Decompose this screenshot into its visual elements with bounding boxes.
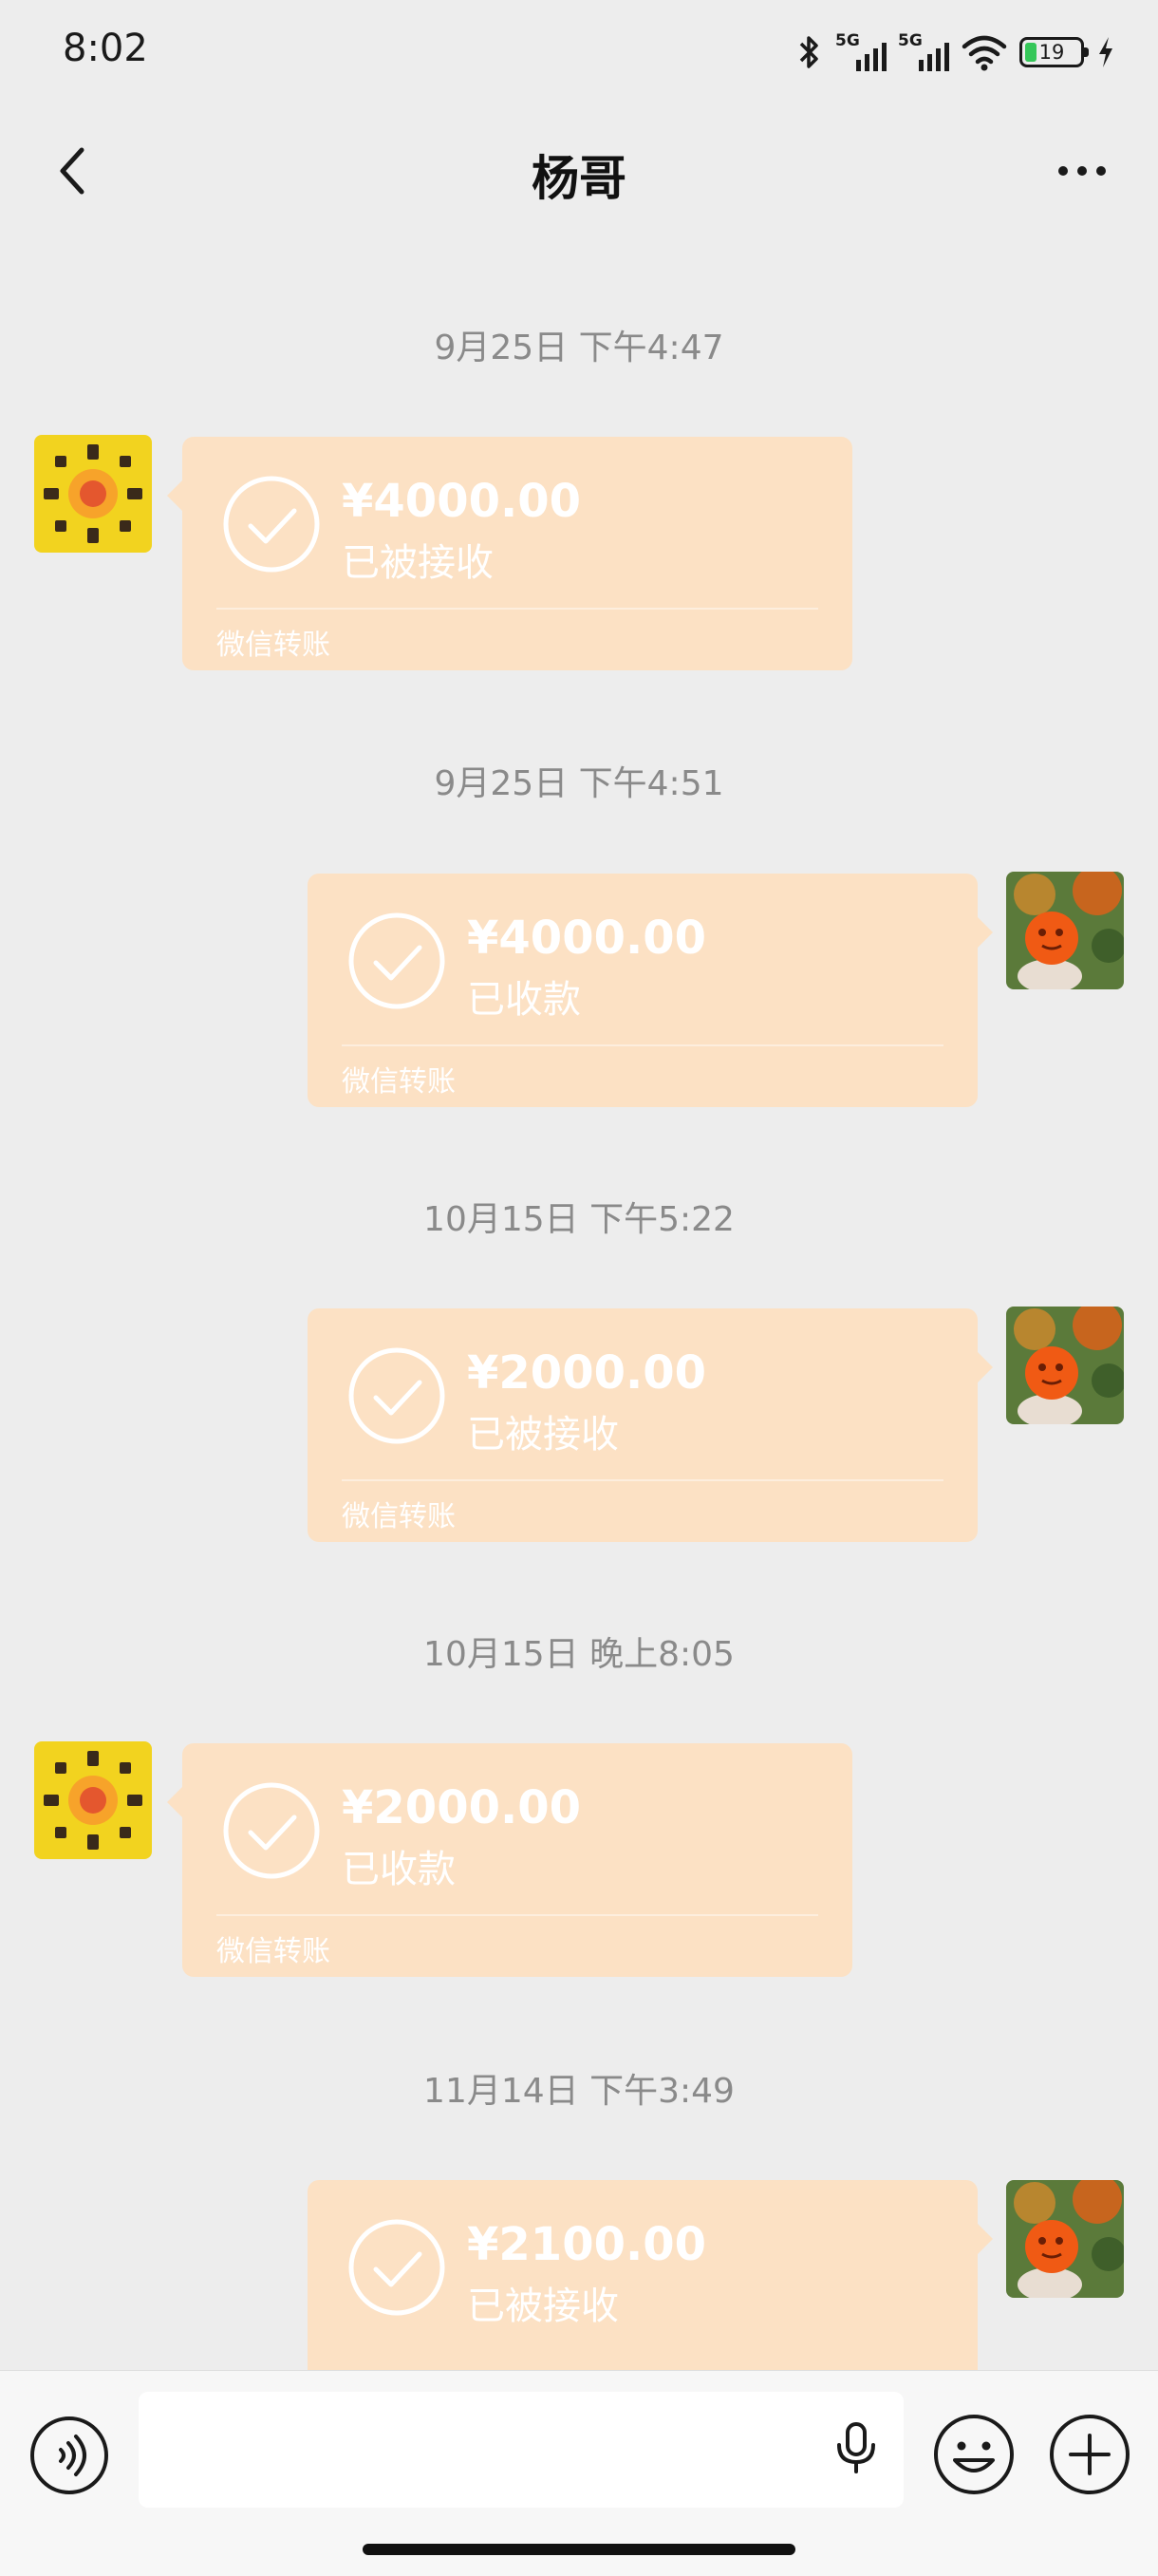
transfer-amount: ¥2000.00 [342, 1781, 582, 1834]
message-timestamp: 10月15日 晚上8:05 [423, 1635, 735, 1674]
voice-mode-icon[interactable] [28, 2415, 110, 2496]
transfer-amount: ¥4000.00 [342, 475, 582, 528]
check-circle-icon [223, 1782, 320, 1879]
card-divider [342, 1044, 943, 1046]
microphone-icon[interactable] [826, 2416, 887, 2477]
transfer-card[interactable]: ¥2000.00 已收款 微信转账 [167, 1743, 852, 1977]
check-circle-icon [348, 1347, 445, 1444]
transfer-status: 已收款 [342, 1848, 456, 1891]
check-circle-icon [348, 2219, 445, 2316]
contact-avatar[interactable] [34, 1741, 152, 1859]
chat-input-bar [0, 2370, 1158, 2576]
card-divider [216, 608, 818, 610]
network-type-1: 5G [835, 31, 860, 50]
message-timestamp: 9月25日 下午4:47 [434, 329, 724, 367]
transfer-status: 已被接收 [342, 541, 494, 585]
wifi-icon [962, 35, 1007, 71]
my-avatar[interactable] [1006, 1307, 1124, 1424]
signal-icon-1: 5G [835, 31, 887, 71]
transfer-footer: 微信转账 [342, 1065, 456, 1099]
transfer-amount: ¥2100.00 [467, 2218, 707, 2271]
battery-level: 19 [1038, 41, 1065, 64]
transfer-footer: 微信转账 [216, 1935, 330, 1968]
status-time: 8:02 [63, 27, 148, 70]
bluetooth-icon [799, 36, 818, 68]
transfer-amount: ¥2000.00 [467, 1346, 707, 1400]
more-dots-icon[interactable] [1044, 133, 1120, 209]
transfer-footer: 微信转账 [342, 1500, 456, 1533]
transfer-card[interactable]: ¥4000.00 已被接收 微信转账 [167, 437, 852, 670]
transfer-card[interactable]: ¥4000.00 已收款 微信转账 [308, 874, 993, 1107]
card-divider [216, 1914, 818, 1916]
battery-icon: 19 [1019, 37, 1089, 67]
transfer-status: 已被接收 [467, 2285, 619, 2328]
transfer-status: 已收款 [467, 978, 581, 1022]
emoji-icon[interactable] [932, 2413, 1016, 2496]
message-input[interactable] [139, 2392, 904, 2508]
plus-icon[interactable] [1048, 2413, 1131, 2496]
check-circle-icon [223, 476, 320, 573]
transfer-footer: 微信转账 [216, 629, 330, 662]
chat-title: 杨哥 [532, 151, 626, 206]
my-avatar[interactable] [1006, 2180, 1124, 2298]
home-indicator[interactable] [363, 2544, 795, 2555]
transfer-amount: ¥4000.00 [467, 912, 707, 965]
status-bar: 8:02 5G 5G 19 [0, 0, 1158, 104]
contact-avatar[interactable] [34, 435, 152, 553]
chat-header: 杨哥 [0, 104, 1158, 237]
charging-icon [1099, 37, 1112, 67]
my-avatar[interactable] [1006, 872, 1124, 989]
message-timestamp: 9月25日 下午4:51 [434, 764, 724, 803]
message-timestamp: 11月14日 下午3:49 [423, 2072, 735, 2111]
card-divider [342, 1479, 943, 1481]
status-icons: 5G 5G 19 [795, 28, 1116, 76]
network-type-2: 5G [898, 31, 923, 50]
transfer-status: 已被接收 [467, 1413, 619, 1457]
signal-icon-2: 5G [898, 31, 949, 71]
transfer-card[interactable]: ¥2000.00 已被接收 微信转账 [308, 1308, 993, 1542]
message-timestamp: 10月15日 下午5:22 [423, 1200, 735, 1239]
check-circle-icon [348, 912, 445, 1009]
